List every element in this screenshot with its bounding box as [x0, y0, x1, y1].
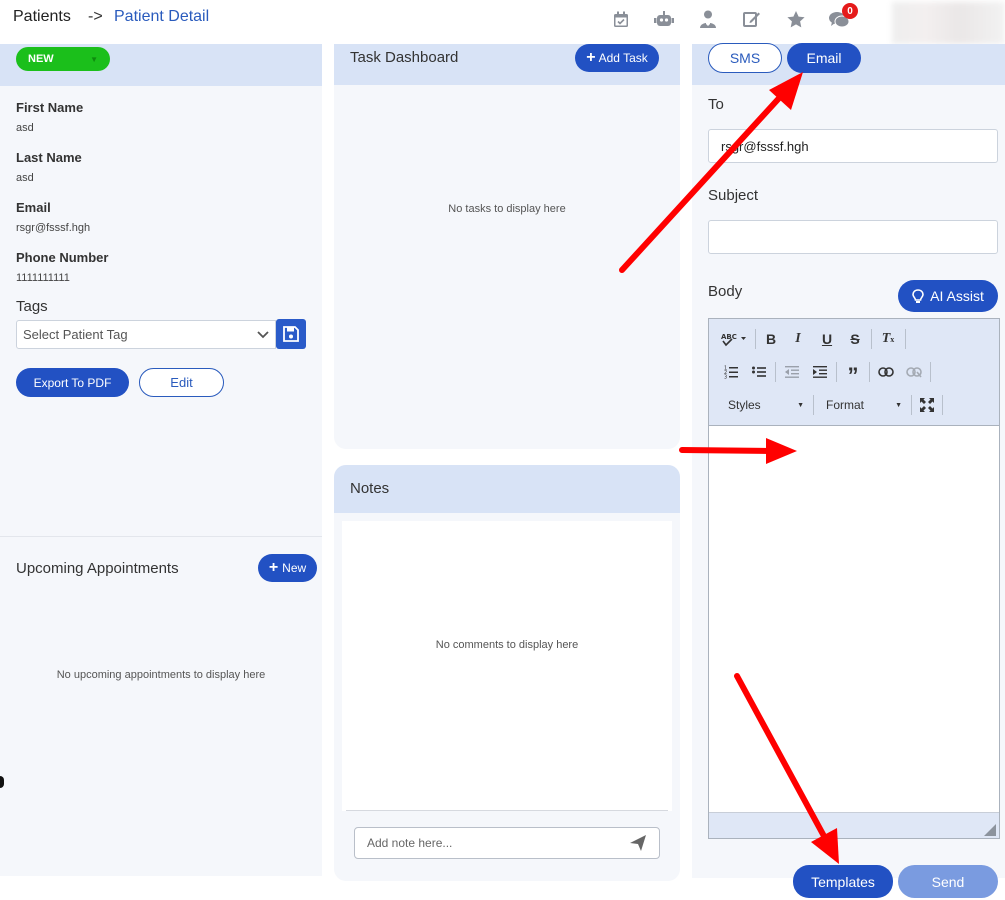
ai-assist-label: AI Assist [930, 288, 984, 304]
new-appointment-label: New [282, 561, 307, 575]
tag-select-placeholder: Select Patient Tag [23, 327, 128, 342]
svg-text:ABC: ABC [721, 333, 737, 341]
new-appointment-button[interactable]: + New [258, 554, 317, 582]
toolbar-separator [871, 329, 872, 349]
user-doctor-icon[interactable] [698, 9, 718, 29]
strikethrough-icon[interactable]: S [845, 329, 865, 349]
editor-status-bar [709, 812, 999, 838]
lightbulb-icon [912, 288, 924, 303]
note-input-placeholder: Add note here... [367, 836, 453, 850]
templates-button[interactable]: Templates [793, 865, 893, 898]
unlink-icon[interactable] [904, 362, 924, 382]
link-icon[interactable] [876, 362, 896, 382]
star-icon[interactable] [786, 9, 806, 29]
patient-info-panel [0, 44, 322, 876]
task-dashboard-panel [334, 44, 680, 449]
resize-handle-icon[interactable] [984, 823, 996, 836]
breadcrumb-separator: -> [88, 8, 103, 25]
italic-icon[interactable]: I [788, 329, 808, 349]
calendar-check-icon[interactable] [611, 9, 631, 29]
bulleted-list-icon[interactable] [749, 362, 769, 382]
numbered-list-icon[interactable]: 123 [721, 362, 741, 382]
task-dashboard-title: Task Dashboard [350, 49, 459, 66]
save-tag-button[interactable] [276, 319, 306, 349]
robot-icon[interactable] [654, 9, 674, 29]
breadcrumb-current: Patient Detail [114, 8, 210, 25]
breadcrumb-patients-link[interactable]: Patients [13, 8, 71, 26]
add-task-label: Add Task [598, 51, 648, 65]
svg-text:3: 3 [724, 375, 727, 380]
outdent-icon[interactable] [782, 362, 802, 382]
email-label: Email [16, 200, 51, 215]
chat-notification-badge: 0 [842, 3, 858, 19]
notes-list [342, 521, 672, 811]
bold-icon[interactable]: B [761, 329, 781, 349]
edit-icon[interactable] [742, 9, 762, 29]
last-name-value: asd [16, 172, 34, 184]
tasks-empty-message: No tasks to display here [448, 203, 566, 215]
export-pdf-button[interactable]: Export To PDF [16, 368, 129, 397]
to-field[interactable]: rsgr@fsssf.hgh [708, 129, 998, 163]
toolbar-separator [755, 329, 756, 349]
chevron-down-icon [257, 330, 269, 338]
toolbar-separator [930, 362, 931, 382]
toolbar-separator [869, 362, 870, 382]
notes-divider [346, 810, 668, 811]
first-name-label: First Name [16, 100, 84, 115]
maximize-icon[interactable] [917, 395, 937, 415]
format-dropdown[interactable]: Format ▼ [822, 395, 906, 415]
tags-label: Tags [16, 298, 48, 315]
subject-label: Subject [708, 187, 759, 204]
toolbar-separator [813, 395, 814, 415]
toolbar-separator [911, 395, 912, 415]
styles-label: Styles [728, 398, 761, 412]
add-task-button[interactable]: + Add Task [575, 44, 659, 72]
patient-status-dropdown[interactable]: NEW ▼ [16, 47, 110, 71]
toolbar-separator [775, 362, 776, 382]
phone-value: 1111111111 [16, 272, 70, 284]
send-note-icon[interactable] [629, 834, 647, 852]
toolbar-separator [905, 329, 906, 349]
send-button[interactable]: Send [898, 865, 998, 898]
first-name-value: asd [16, 122, 34, 134]
notes-title: Notes [350, 480, 390, 497]
to-label: To [708, 96, 724, 113]
plus-icon: + [586, 49, 596, 66]
underline-icon[interactable]: U [817, 329, 837, 349]
section-divider [0, 536, 322, 537]
remove-format-icon[interactable]: Tx [878, 329, 898, 349]
body-label: Body [708, 283, 743, 300]
toolbar-separator [942, 395, 943, 415]
save-icon [283, 326, 299, 342]
status-label: NEW [28, 53, 54, 65]
indent-icon[interactable] [810, 362, 830, 382]
caret-down-icon: ▼ [895, 401, 902, 409]
tab-sms[interactable]: SMS [708, 43, 782, 73]
tab-email[interactable]: Email [787, 43, 861, 73]
caret-down-icon: ▼ [797, 401, 804, 409]
notes-empty-message: No comments to display here [435, 639, 579, 651]
styles-dropdown[interactable]: Styles ▼ [724, 395, 808, 415]
toolbar-separator [836, 362, 837, 382]
blockquote-icon[interactable]: ” [843, 362, 863, 387]
spellcheck-icon[interactable]: ABC [720, 329, 748, 349]
chevron-down-icon: ▼ [90, 54, 98, 64]
subject-field[interactable] [708, 220, 998, 254]
plus-icon: + [268, 559, 279, 576]
user-avatar[interactable] [892, 2, 1005, 44]
phone-label: Phone Number [16, 250, 109, 265]
last-name-label: Last Name [16, 150, 82, 165]
format-label: Format [826, 398, 865, 412]
appointments-empty-message: No upcoming appointments to display here [56, 669, 266, 681]
patient-tag-select[interactable]: Select Patient Tag [16, 320, 276, 349]
appointments-title: Upcoming Appointments [16, 560, 179, 577]
edit-patient-button[interactable]: Edit [139, 368, 224, 397]
ai-assist-button[interactable]: AI Assist [898, 280, 998, 312]
email-value: rsgr@fsssf.hgh [16, 222, 91, 234]
add-note-input[interactable]: Add note here... [354, 827, 660, 859]
